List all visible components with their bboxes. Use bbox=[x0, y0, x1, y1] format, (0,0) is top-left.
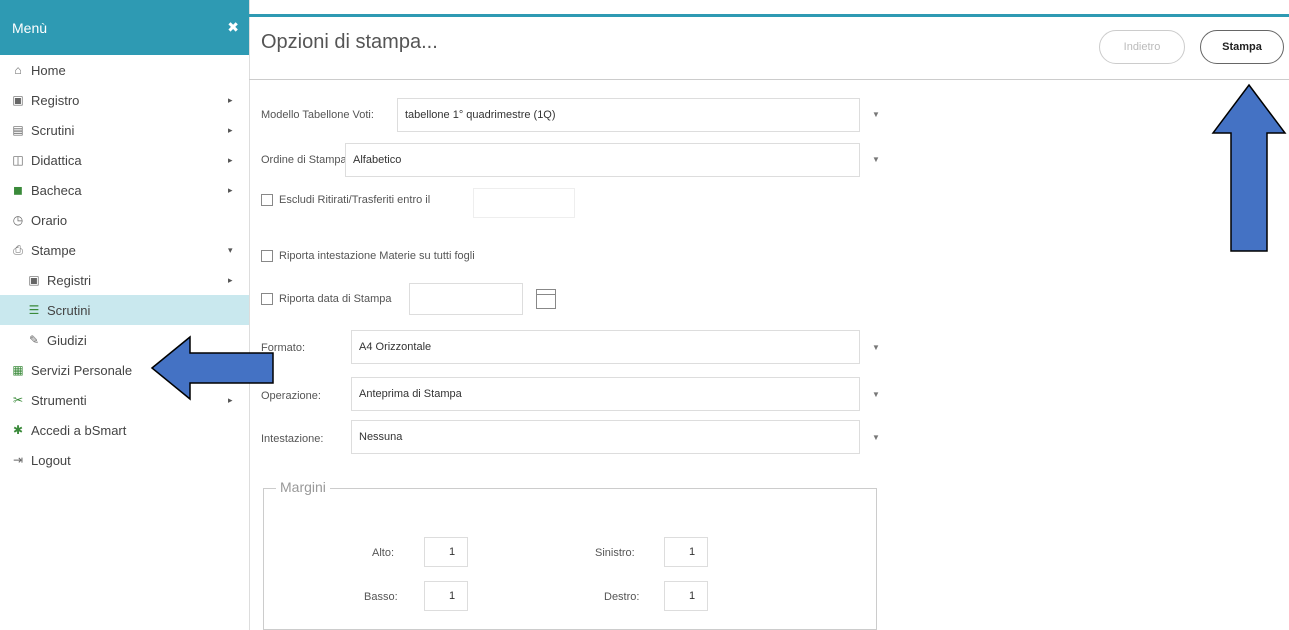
list-icon: ☰ bbox=[28, 303, 40, 317]
riporta-data-wrap: Riporta data di Stampa bbox=[249, 293, 392, 305]
sidebar: Menù ✖ ⌂ Home ▣ Registro ▸ ▤ Scrutini ▸ ◫ Dida… bbox=[0, 0, 250, 630]
menu-header: Menù ✖ bbox=[0, 0, 249, 55]
sidebar-item-registro[interactable]: ▣ Registro ▸ bbox=[0, 85, 249, 115]
intestazione-select[interactable]: Nessuna bbox=[351, 420, 860, 454]
escludi-label: Escludi Ritirati/Trasferiti entro il bbox=[279, 194, 431, 206]
intestazione-label: Intestazione: bbox=[261, 433, 324, 445]
clock-icon: ◷ bbox=[12, 213, 24, 227]
destro-label: Destro: bbox=[604, 591, 640, 603]
sidebar-item-label: Registro bbox=[31, 92, 80, 108]
calendar-icon: ▣ bbox=[28, 273, 40, 287]
sidebar-item-logout[interactable]: ⇥ Logout bbox=[0, 445, 249, 475]
tools-icon: ✂ bbox=[12, 393, 24, 407]
sidebar-item-label: Didattica bbox=[31, 152, 82, 168]
sidebar-item-label: Orario bbox=[31, 212, 68, 228]
board-icon: ◼ bbox=[13, 183, 23, 197]
annotation-arrow-up-icon bbox=[1211, 83, 1287, 252]
sidebar-item-bsmart[interactable]: ✱ Accedi a bSmart bbox=[0, 415, 249, 445]
sidebar-item-label: Strumenti bbox=[31, 392, 87, 408]
sidebar-item-orario[interactable]: ◷ Orario bbox=[0, 205, 249, 235]
document-icon: ▤ bbox=[12, 123, 24, 137]
riporta-intestazione-row: Riporta intestazione Materie su tutti fo… bbox=[249, 250, 889, 262]
caret-right-icon: ▸ bbox=[228, 154, 233, 165]
destro-input[interactable]: 1 bbox=[664, 581, 708, 611]
sidebar-item-label: Giudizi bbox=[47, 332, 87, 348]
caret-right-icon: ▸ bbox=[228, 184, 233, 195]
ordine-select[interactable]: Alfabetico bbox=[345, 143, 860, 177]
chevron-down-icon[interactable]: ▼ bbox=[872, 110, 880, 119]
formato-select[interactable]: A4 Orizzontale bbox=[351, 330, 860, 364]
sidebar-item-didattica[interactable]: ◫ Didattica ▸ bbox=[0, 145, 249, 175]
edit-icon: ✎ bbox=[28, 333, 40, 347]
sidebar-item-stampe-scrutini[interactable]: ☰ Scrutini bbox=[0, 295, 249, 325]
star-icon: ✱ bbox=[12, 423, 24, 437]
riporta-intestazione-checkbox[interactable] bbox=[261, 250, 273, 262]
print-button[interactable]: Stampa bbox=[1200, 30, 1284, 64]
annotation-arrow-left-icon bbox=[150, 335, 274, 401]
chevron-down-icon[interactable]: ▼ bbox=[872, 343, 880, 352]
close-icon[interactable]: ✖ bbox=[227, 19, 239, 36]
ordine-label: Ordine di Stampa: bbox=[261, 154, 350, 166]
basso-label: Basso: bbox=[364, 591, 398, 603]
sidebar-item-label: Logout bbox=[31, 452, 71, 468]
folder-icon: ▦ bbox=[12, 363, 24, 377]
riporta-data-checkbox[interactable] bbox=[261, 293, 273, 305]
riporta-data-row: Riporta data di Stampa bbox=[249, 293, 889, 305]
sidebar-item-label: Home bbox=[31, 62, 66, 78]
sidebar-item-registri[interactable]: ▣ Registri ▸ bbox=[0, 265, 249, 295]
logout-icon: ⇥ bbox=[12, 453, 24, 467]
sinistro-input[interactable]: 1 bbox=[664, 537, 708, 567]
basso-input[interactable]: 1 bbox=[424, 581, 468, 611]
escludi-wrap: Escludi Ritirati/Trasferiti entro il bbox=[249, 194, 430, 206]
sidebar-item-home[interactable]: ⌂ Home bbox=[0, 55, 249, 85]
menu-title: Menù bbox=[12, 19, 48, 36]
menu-list: ⌂ Home ▣ Registro ▸ ▤ Scrutini ▸ ◫ Didattica ▸ … bbox=[0, 55, 249, 475]
alto-label: Alto: bbox=[372, 547, 395, 559]
modello-label: Modello Tabellone Voti: bbox=[261, 109, 374, 121]
riporta-intestazione-label: Riporta intestazione Materie su tutti fo… bbox=[279, 250, 475, 262]
title-bar: Opzioni di stampa... Indietro Stampa bbox=[249, 17, 1289, 80]
caret-right-icon: ▸ bbox=[228, 94, 233, 105]
sidebar-item-label: Registri bbox=[47, 272, 92, 288]
chevron-down-icon[interactable]: ▼ bbox=[872, 390, 880, 399]
modello-select[interactable]: tabellone 1° quadrimestre (1Q) bbox=[397, 98, 860, 132]
sidebar-item-label: Scrutini bbox=[31, 122, 75, 138]
chevron-down-icon[interactable]: ▼ bbox=[872, 155, 880, 164]
page-title: Opzioni di stampa... bbox=[261, 31, 438, 53]
escludi-checkbox[interactable] bbox=[261, 194, 273, 206]
caret-right-icon: ▸ bbox=[228, 274, 233, 285]
sidebar-item-scrutini[interactable]: ▤ Scrutini ▸ bbox=[0, 115, 249, 145]
caret-down-icon: ▾ bbox=[228, 244, 233, 255]
sidebar-item-label: Servizi Personale bbox=[31, 362, 133, 378]
chevron-down-icon[interactable]: ▼ bbox=[872, 433, 880, 442]
sinistro-label: Sinistro: bbox=[595, 547, 635, 559]
sidebar-item-label: Bacheca bbox=[31, 182, 82, 198]
riporta-data-input[interactable] bbox=[409, 283, 523, 315]
riporta-intestazione-wrap: Riporta intestazione Materie su tutti fo… bbox=[249, 250, 475, 262]
home-icon: ⌂ bbox=[14, 63, 22, 77]
sidebar-item-label: Stampe bbox=[31, 242, 76, 258]
riporta-data-label: Riporta data di Stampa bbox=[279, 293, 392, 305]
caret-right-icon: ▸ bbox=[228, 124, 233, 135]
sidebar-item-stampe[interactable]: ⎙ Stampe ▾ bbox=[0, 235, 249, 265]
sidebar-item-label: Scrutini bbox=[47, 302, 91, 318]
margini-legend: Margini bbox=[276, 479, 330, 495]
back-button[interactable]: Indietro bbox=[1099, 30, 1185, 64]
alto-input[interactable]: 1 bbox=[424, 537, 468, 567]
margini-fieldset: Margini Alto: 1 Sinistro: 1 Basso: 1 Des… bbox=[263, 479, 877, 630]
book-icon: ◫ bbox=[12, 153, 24, 167]
sidebar-item-label: Accedi a bSmart bbox=[31, 422, 127, 438]
printer-icon: ⎙ bbox=[13, 242, 23, 257]
calendar-icon: ▣ bbox=[12, 93, 24, 107]
operazione-select[interactable]: Anteprima di Stampa bbox=[351, 377, 860, 411]
sidebar-item-bacheca[interactable]: ◼ Bacheca ▸ bbox=[0, 175, 249, 205]
calendar-icon[interactable] bbox=[536, 289, 556, 309]
escludi-date-input[interactable] bbox=[473, 188, 575, 218]
